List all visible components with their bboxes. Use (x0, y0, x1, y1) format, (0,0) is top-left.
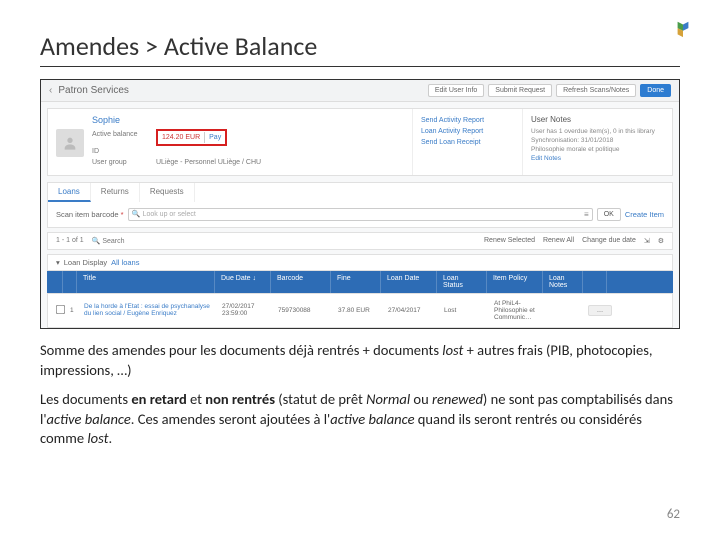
app-screenshot: ‹ Patron Services Edit User Info Submit … (40, 79, 680, 329)
tab-requests[interactable]: Requests (140, 183, 195, 202)
chevron-down-icon[interactable]: ▾ (56, 258, 60, 267)
back-icon[interactable]: ‹ (49, 85, 52, 96)
row-barcode: 759730088 (272, 301, 332, 320)
note-sync: Synchronisation: 31/01/2018 (531, 136, 664, 145)
change-due-link[interactable]: Change due date (582, 237, 636, 244)
scan-row: Scan item barcode * Look up or select OK… (47, 202, 673, 228)
col-due[interactable]: Due Date ↓ (215, 271, 271, 293)
result-count: 1 - 1 of 1 (56, 237, 84, 244)
col-policy[interactable]: Item Policy (487, 271, 543, 293)
col-notes[interactable]: Loan Notes (543, 271, 583, 293)
col-loan-date[interactable]: Loan Date (381, 271, 437, 293)
row-loan-date: 27/04/2017 (382, 301, 438, 320)
avatar (56, 129, 84, 157)
tab-returns[interactable]: Returns (91, 183, 140, 202)
row-status: Lost (438, 301, 488, 320)
id-label: ID (92, 146, 148, 157)
scan-label: Scan item barcode * (56, 210, 124, 219)
row-checkbox[interactable] (56, 305, 65, 314)
tab-loans[interactable]: Loans (48, 183, 91, 202)
group-label: User group (92, 157, 148, 168)
settings-icon[interactable]: ⚙ (658, 237, 664, 245)
balance-amount: 124.20 EUR (162, 132, 200, 143)
done-button[interactable]: Done (640, 84, 671, 97)
section-title: Patron Services (58, 85, 129, 96)
create-item-link[interactable]: Create Item (625, 210, 664, 219)
tabs: Loans Returns Requests (47, 182, 673, 202)
pay-link[interactable]: Pay (204, 132, 221, 143)
table-row: 1 De la horde à l'Etat : essai de psycha… (47, 293, 673, 328)
balance-label: Active balance (92, 129, 148, 146)
results-bar: 1 - 1 of 1 🔍 Search Renew Selected Renew… (47, 232, 673, 250)
col-title[interactable]: Title (77, 271, 215, 293)
user-name-link[interactable]: Sophie (92, 115, 404, 125)
note-overdue: User has 1 overdue item(s), 0 in this li… (531, 127, 664, 136)
user-notes-panel: User Notes User has 1 overdue item(s), 0… (522, 109, 672, 175)
export-icon[interactable]: ⇲ (644, 237, 650, 245)
note-subject: Philosophie morale et politique (531, 145, 664, 154)
edit-notes-link[interactable]: Edit Notes (531, 155, 561, 162)
table-header: Title Due Date ↓ Barcode Fine Loan Date … (47, 271, 673, 293)
submit-request-button[interactable]: Submit Request (488, 84, 552, 97)
notes-title: User Notes (531, 115, 664, 124)
slide-caption: Somme des amendes pour les documents déj… (40, 341, 680, 449)
actions-column: Send Activity Report Loan Activity Repor… (412, 109, 522, 175)
send-activity-link[interactable]: Send Activity Report (421, 115, 514, 126)
row-number: 1 (64, 301, 78, 320)
row-due: 27/02/2017 23:59:00 (216, 297, 272, 323)
row-more-button[interactable]: … (588, 305, 612, 316)
search-icon[interactable]: 🔍 Search (92, 237, 125, 245)
loan-display-label: Loan Display (64, 258, 107, 267)
col-fine[interactable]: Fine (331, 271, 381, 293)
edit-user-button[interactable]: Edit User Info (428, 84, 484, 97)
app-header: ‹ Patron Services Edit User Info Submit … (41, 80, 679, 102)
renew-selected-link[interactable]: Renew Selected (484, 237, 535, 244)
row-policy: At PhiL4-Philosophie et Communic… (488, 294, 544, 327)
page-number: 62 (667, 507, 680, 522)
active-balance-box: 124.20 EUR Pay (156, 129, 227, 146)
slide-logo (674, 20, 692, 38)
group-value: ULiège - Personnel ULiège / CHU (156, 157, 261, 168)
loan-display-value[interactable]: All loans (111, 258, 139, 267)
send-receipt-link[interactable]: Send Loan Receipt (421, 137, 514, 148)
row-title[interactable]: De la horde à l'Etat : essai de psychana… (78, 297, 216, 323)
loan-display-row: ▾ Loan Display All loans (47, 254, 673, 271)
refresh-button[interactable]: Refresh Scans/Notes (556, 84, 636, 97)
col-status[interactable]: Loan Status (437, 271, 487, 293)
ok-button[interactable]: OK (597, 208, 621, 221)
loan-activity-link[interactable]: Loan Activity Report (421, 126, 514, 137)
slide-title: Amendes > Active Balance (40, 30, 680, 67)
row-fine: 37.80 EUR (332, 301, 382, 320)
user-panel: Sophie Active balance 124.20 EUR Pay ID … (47, 108, 673, 176)
renew-all-link[interactable]: Renew All (543, 237, 574, 244)
barcode-input[interactable]: Look up or select (128, 208, 593, 221)
col-barcode[interactable]: Barcode (271, 271, 331, 293)
